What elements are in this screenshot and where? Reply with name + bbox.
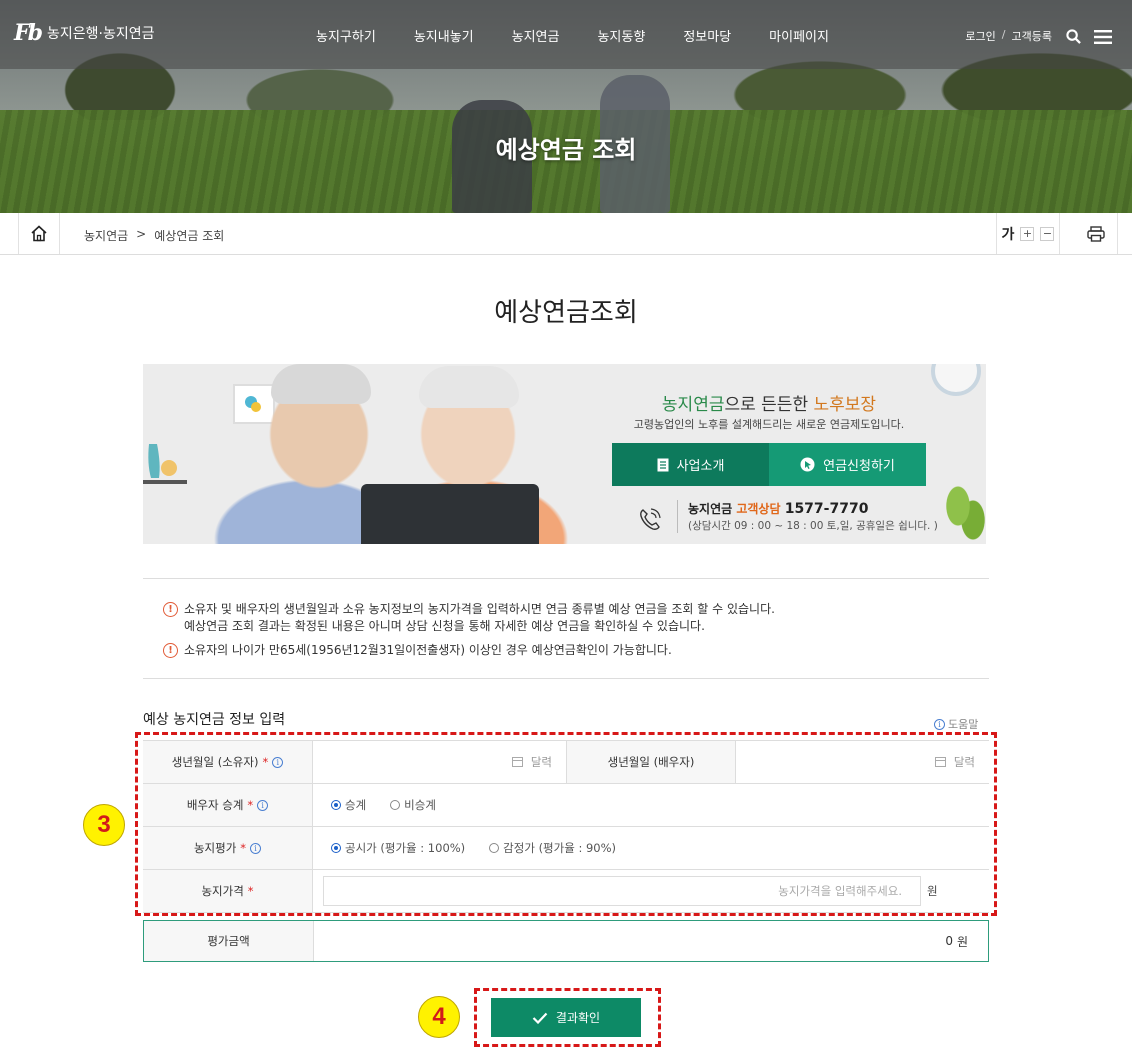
exclamation-icon: ! (163, 602, 178, 617)
notice-box: ! 소유자 및 배우자의 생년월일과 소유 농지정보의 농지가격을 입력하시면 … (143, 578, 989, 679)
main-nav: 농지구하기 농지내놓기 농지연금 농지동향 정보마당 마이페이지 (316, 26, 829, 45)
help-link[interactable]: i 도움말 (934, 716, 978, 732)
notice-item: ! 소유자의 나이가 만65세(1956년12월31일이전출생자) 이상인 경우… (163, 642, 672, 659)
contact-label: 농지연금 (688, 502, 737, 516)
nav-item-find-farmland[interactable]: 농지구하기 (316, 26, 376, 45)
annotation-box-form (135, 732, 997, 916)
eval-label: 평가금액 (207, 934, 250, 948)
phone-icon (640, 508, 661, 530)
headline-orange: 노후보장 (813, 395, 877, 415)
contact-hours: (상담시간 09 : 00 ~ 18 : 00 토,일, 공휴일은 쉽니다. ) (688, 520, 938, 532)
font-size-label: 가 (1001, 226, 1015, 243)
annotation-badge-4: 4 (418, 996, 460, 1038)
eval-value: 0 (945, 934, 953, 948)
pension-promo-banner: 농지연금으로 든든한 노후보장 고령농업인의 노후를 설계해드리는 새로운 연금… (143, 364, 986, 544)
breadcrumb: 농지연금 > 예상연금 조회 (84, 227, 224, 244)
logo-mark: Fb (14, 20, 43, 46)
section-title: 예상 농지연금 정보 입력 (143, 712, 286, 728)
info-icon: i (934, 718, 945, 730)
hair-shape (419, 366, 519, 408)
eval-unit: 원 (956, 934, 968, 949)
font-size-increase-button[interactable]: + (1020, 226, 1035, 241)
laptop-image (361, 484, 539, 544)
breadcrumb-level1[interactable]: 농지연금 (84, 227, 128, 244)
breadcrumb-bar: 농지연금 > 예상연금 조회 가 + − (0, 213, 1132, 255)
font-size-decrease-button[interactable]: − (1040, 226, 1055, 241)
print-button[interactable] (1074, 213, 1118, 254)
font-size-control: 가 + − (996, 213, 1060, 254)
notice-item: ! 소유자 및 배우자의 생년월일과 소유 농지정보의 농지가격을 입력하시면 … (163, 601, 775, 635)
menu-icon[interactable] (1094, 30, 1112, 44)
login-link[interactable]: 로그인 (965, 28, 995, 44)
top-navigation-bar: Fb 농지은행·농지연금 농지구하기 농지내놓기 농지연금 농지동향 정보마당 … (0, 0, 1132, 69)
breadcrumb-separator: > (136, 227, 147, 241)
evaluated-amount-row: 평가금액 0 원 (143, 920, 989, 962)
clock-image (931, 364, 981, 396)
utility-links: 로그인 / 고객등록 (965, 28, 1052, 44)
customer-contact: 농지연금 고객상담 1577-7770 (상담시간 09 : 00 ~ 18 :… (677, 500, 938, 533)
breadcrumb-level2: 예상연금 조회 (154, 229, 225, 243)
business-intro-label: 사업소개 (676, 459, 725, 474)
logo-text: 농지은행·농지연금 (47, 26, 155, 42)
nav-item-list-farmland[interactable]: 농지내놓기 (414, 26, 474, 45)
cursor-click-icon (800, 457, 815, 472)
nav-item-info[interactable]: 정보마당 (683, 26, 731, 45)
notice-text: 소유자의 나이가 만65세(1956년12월31일이전출생자) 이상인 경우 예… (184, 643, 672, 657)
util-separator: / (1001, 28, 1006, 41)
banner-subtext: 고령농업인의 노후를 설계해드리는 새로운 연금제도입니다. (633, 418, 905, 431)
banner-headline: 농지연금으로 든든한 노후보장 (612, 390, 926, 415)
notice-text: 소유자 및 배우자의 생년월일과 소유 농지정보의 농지가격을 입력하시면 연금… (184, 602, 775, 616)
register-link[interactable]: 고객등록 (1012, 28, 1052, 44)
eval-label-cell: 평가금액 (144, 921, 314, 961)
hair-shape (271, 364, 371, 404)
site-logo[interactable]: Fb 농지은행·농지연금 (14, 20, 155, 46)
contact-consult-label: 고객상담 (736, 502, 781, 516)
result-confirm-label: 결과확인 (555, 1011, 601, 1025)
printer-icon (1086, 225, 1105, 242)
pension-apply-button[interactable]: 연금신청하기 (769, 443, 926, 486)
business-intro-button[interactable]: 사업소개 (612, 443, 769, 486)
hero-title: 예상연금 조회 (495, 136, 637, 164)
headline-green: 농지연금 (661, 395, 725, 415)
nav-item-farmland-trends[interactable]: 농지동향 (597, 26, 645, 45)
check-icon (532, 1012, 548, 1024)
contact-phone-number[interactable]: 1577-7770 (785, 501, 869, 517)
headline-mid: 으로 든든한 (724, 395, 814, 415)
vase-image (143, 444, 187, 484)
exclamation-icon: ! (163, 643, 178, 658)
help-label: 도움말 (948, 718, 979, 731)
annotation-badge-3: 3 (83, 804, 125, 846)
home-icon (31, 225, 47, 242)
plant-image (943, 486, 986, 544)
hero-banner: Fb 농지은행·농지연금 농지구하기 농지내놓기 농지연금 농지동향 정보마당 … (0, 0, 1132, 213)
nav-item-mypage[interactable]: 마이페이지 (769, 26, 829, 45)
document-icon (657, 458, 669, 471)
nav-item-farmland-pension[interactable]: 농지연금 (512, 26, 560, 45)
page-title: 예상연금조회 (494, 298, 638, 328)
notice-text: 예상연금 조회 결과는 확정된 내용은 아니며 상담 신청을 통해 자세한 예상… (184, 619, 705, 633)
result-confirm-button[interactable]: 결과확인 (491, 998, 641, 1037)
eval-value-cell: 0 원 (314, 921, 988, 961)
search-icon[interactable] (1066, 29, 1081, 44)
home-button[interactable] (18, 213, 60, 254)
pension-apply-label: 연금신청하기 (823, 459, 895, 474)
